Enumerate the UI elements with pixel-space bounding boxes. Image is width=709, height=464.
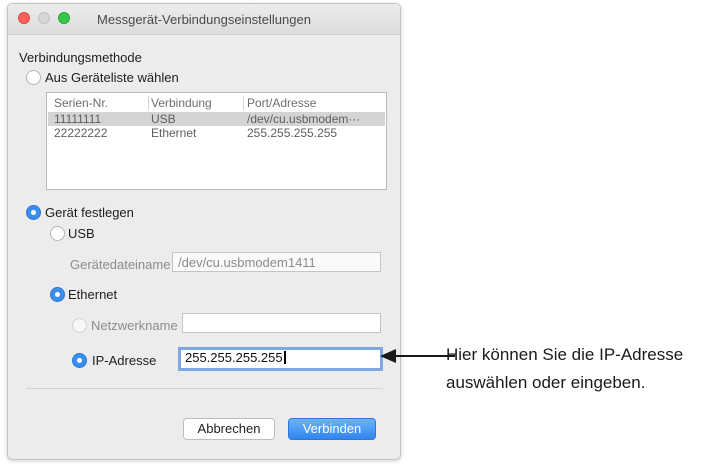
connect-button[interactable]: Verbinden	[288, 418, 376, 440]
ip-address-radio[interactable]	[72, 353, 87, 368]
annotation-arrow-icon	[380, 349, 396, 363]
network-name-label[interactable]: Netzwerkname	[91, 318, 178, 333]
device-row-selected[interactable]: 11111111 USB /dev/cu.usbmodem···	[48, 112, 385, 126]
device-row[interactable]: 22222222 Ethernet 255.255.255.255	[48, 126, 385, 140]
column-header-serial[interactable]: Serien-Nr.	[54, 96, 108, 110]
network-name-radio[interactable]	[72, 318, 87, 333]
ethernet-label[interactable]: Ethernet	[68, 287, 117, 302]
select-from-list-radio[interactable]	[26, 70, 41, 85]
device-serial: 22222222	[54, 126, 108, 140]
select-from-list-label[interactable]: Aus Geräteliste wählen	[45, 70, 179, 85]
annotation-line-2: auswählen oder eingeben.	[446, 373, 646, 392]
title-bar: Messgerät-Verbindungseinstellungen	[8, 4, 400, 35]
text-cursor	[283, 351, 286, 364]
annotation-line-1: Hier können Sie die IP-Adresse	[446, 345, 684, 364]
connection-method-heading: Verbindungsmethode	[19, 50, 142, 65]
device-serial: 11111111	[54, 112, 102, 126]
device-file-field[interactable]: /dev/cu.usbmodem1411	[172, 252, 381, 272]
ip-address-value: 255.255.255.255	[185, 350, 283, 365]
device-port: /dev/cu.usbmodem···	[247, 112, 361, 126]
column-separator	[243, 96, 244, 110]
settings-dialog: Messgerät-Verbindungseinstellungen Verbi…	[7, 3, 401, 460]
usb-label[interactable]: USB	[68, 226, 95, 241]
network-name-field[interactable]	[182, 313, 381, 333]
window-title: Messgerät-Verbindungseinstellungen	[97, 12, 311, 27]
column-separator	[148, 96, 149, 110]
set-device-label[interactable]: Gerät festlegen	[45, 205, 134, 220]
device-file-label: Gerätedateiname	[70, 257, 171, 272]
cancel-button[interactable]: Abbrechen	[183, 418, 275, 440]
column-header-connection[interactable]: Verbindung	[151, 96, 212, 110]
ip-address-field[interactable]: 255.255.255.255	[178, 347, 383, 371]
device-connection: Ethernet	[151, 126, 197, 140]
device-connection: USB	[151, 112, 176, 126]
ip-address-label[interactable]: IP-Adresse	[92, 353, 156, 368]
device-list[interactable]: Serien-Nr. Verbindung Port/Adresse 11111…	[46, 92, 387, 190]
divider	[26, 388, 383, 389]
ethernet-radio[interactable]	[50, 287, 65, 302]
device-port: 255.255.255.255	[247, 126, 338, 140]
column-header-port[interactable]: Port/Adresse	[247, 96, 316, 110]
usb-radio[interactable]	[50, 226, 65, 241]
set-device-radio[interactable]	[26, 205, 41, 220]
